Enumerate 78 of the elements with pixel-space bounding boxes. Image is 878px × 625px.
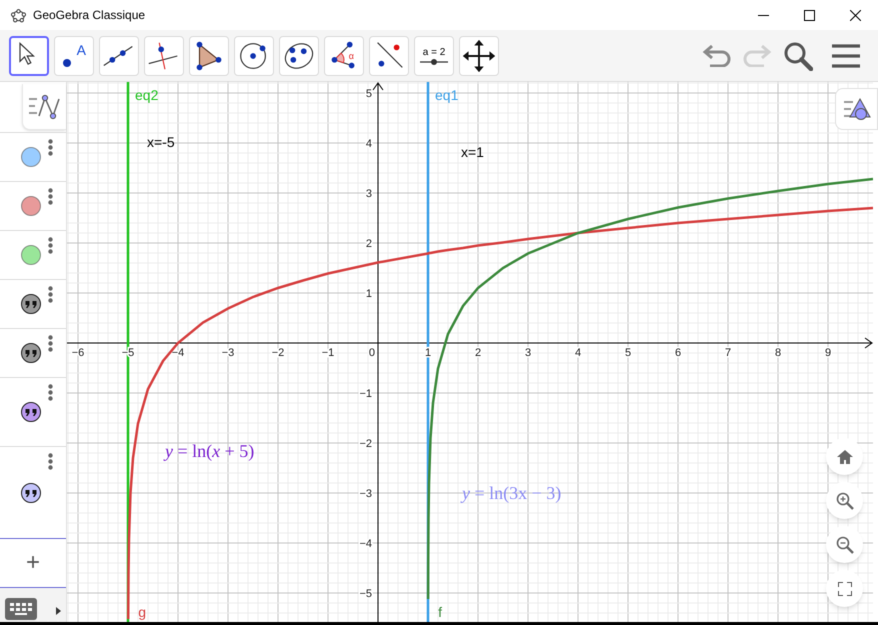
- app-logo-icon: [11, 8, 26, 22]
- graphics-style-icon: [842, 97, 870, 121]
- tick-label: 9: [824, 347, 832, 359]
- tick-label: −4: [359, 538, 372, 550]
- formula-text: y = ln(3x − 3): [462, 482, 562, 505]
- tick-label: 5: [366, 88, 372, 100]
- tick-label: 6: [674, 347, 682, 359]
- tick-label: −3: [359, 488, 372, 500]
- keyboard-button[interactable]: [5, 598, 37, 620]
- home-button[interactable]: [826, 438, 863, 475]
- tool-button[interactable]: A: [54, 36, 94, 76]
- tool-button[interactable]: a = 2: [414, 36, 454, 76]
- maximize-icon: [804, 10, 814, 20]
- more-options-icon[interactable]: [48, 286, 53, 303]
- algebra-graph-icon: [28, 94, 62, 120]
- line-label: eq1: [435, 87, 458, 103]
- tick-label: 4: [366, 138, 372, 150]
- visibility-dot[interactable]: [20, 146, 42, 168]
- text-object-icon[interactable]: [20, 293, 42, 315]
- fullscreen-icon: [838, 582, 852, 596]
- add-input-button[interactable]: +: [18, 548, 48, 578]
- search-icon: [783, 40, 813, 70]
- graphics-style-button[interactable]: [835, 88, 878, 130]
- fullscreen-button[interactable]: [826, 570, 863, 607]
- tick-label: 2: [366, 238, 372, 250]
- text-object-icon[interactable]: [20, 342, 42, 364]
- tick-label: 4: [574, 347, 582, 359]
- more-options-icon[interactable]: [48, 237, 53, 254]
- more-options-icon[interactable]: [48, 139, 53, 156]
- minimize-icon: [758, 14, 768, 16]
- zoom-in-icon: [836, 492, 854, 510]
- more-options-icon[interactable]: [48, 453, 53, 470]
- tick-label: −2: [359, 438, 372, 450]
- window-title: GeoGebra Classique: [33, 7, 146, 24]
- more-options-icon[interactable]: [48, 188, 53, 205]
- tick-label: 3: [366, 188, 372, 200]
- curve-label: f: [438, 604, 442, 620]
- redo-icon: [742, 44, 772, 66]
- text-object-icon[interactable]: [20, 482, 42, 504]
- tick-label: −3: [222, 347, 234, 359]
- tick-label: 2: [474, 347, 482, 359]
- tick-label: −1: [322, 347, 334, 359]
- tick-label: 5: [624, 347, 632, 359]
- tool-button[interactable]: α: [324, 36, 364, 76]
- tick-label: 0: [368, 347, 375, 359]
- close-icon: [850, 10, 860, 20]
- line-label: eq2: [135, 87, 158, 103]
- visibility-dot[interactable]: [20, 195, 42, 217]
- more-options-icon[interactable]: [48, 335, 53, 352]
- zoom-out-icon: [836, 536, 854, 554]
- tick-label: 8: [774, 347, 782, 359]
- equation-text: x=1: [461, 143, 484, 162]
- tick-label: −2: [272, 347, 284, 359]
- home-icon: [836, 450, 852, 464]
- tick-label: −5: [359, 588, 372, 600]
- tool-button[interactable]: [9, 36, 49, 76]
- menu-icon: [832, 44, 860, 68]
- visibility-dot[interactable]: [20, 244, 42, 266]
- undo-icon: [702, 44, 732, 66]
- tick-label: 1: [366, 288, 372, 300]
- tick-label: 1: [424, 347, 432, 359]
- zoom-out-button[interactable]: [826, 526, 863, 563]
- tick-label: −4: [172, 347, 184, 359]
- tick-label: 7: [724, 347, 732, 359]
- curve-label: g: [138, 604, 146, 620]
- tick-label: 3: [524, 347, 532, 359]
- text-object-icon[interactable]: [20, 401, 42, 423]
- equation-text: x=-5: [147, 133, 175, 152]
- zoom-in-button[interactable]: [826, 482, 863, 519]
- formula-text: y = ln(x + 5): [165, 440, 254, 463]
- keyboard-icon: [10, 603, 32, 615]
- tick-label: −6: [72, 347, 84, 359]
- point-tool-icon: [63, 58, 71, 66]
- more-options-icon[interactable]: [48, 384, 53, 401]
- algebra-style-button[interactable]: [22, 84, 66, 130]
- expand-arrow-icon[interactable]: [56, 607, 61, 615]
- slider-tool-icon: [420, 58, 448, 64]
- tick-label: −1: [359, 388, 372, 400]
